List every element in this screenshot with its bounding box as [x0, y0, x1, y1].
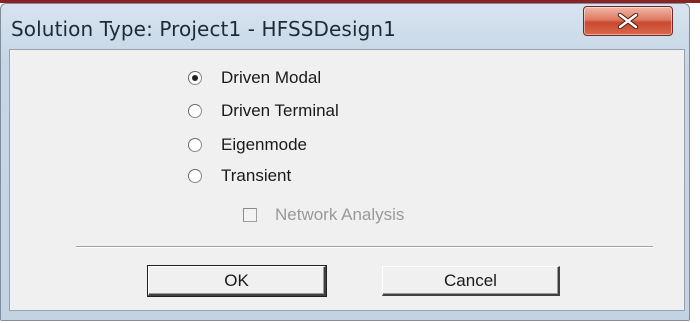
radio-eigenmode[interactable] [188, 138, 202, 152]
option-transient[interactable]: Transient [188, 164, 291, 188]
option-driven-terminal[interactable]: Driven Terminal [188, 99, 339, 123]
option-eigenmode[interactable]: Eigenmode [188, 133, 307, 157]
network-analysis-option: Network Analysis [243, 204, 404, 226]
radio-driven-modal[interactable] [188, 71, 202, 85]
option-label: Driven Terminal [221, 101, 339, 120]
network-analysis-label: Network Analysis [275, 205, 405, 224]
cancel-button[interactable]: Cancel [382, 266, 560, 296]
network-analysis-checkbox [243, 208, 257, 222]
option-label: Transient [221, 166, 292, 185]
radio-transient[interactable] [188, 169, 202, 183]
solution-type-dialog: Solution Type: Project1 - HFSSDesign1 Dr… [0, 3, 690, 321]
option-driven-modal[interactable]: Driven Modal [188, 66, 321, 90]
close-x-icon [617, 13, 639, 29]
close-button[interactable] [583, 6, 673, 36]
separator-line [76, 246, 653, 248]
ok-button[interactable]: OK [147, 265, 327, 297]
option-label: Eigenmode [221, 135, 308, 154]
dialog-client-area: Driven Modal Driven Terminal Eigenmode T… [9, 49, 685, 311]
radio-driven-terminal[interactable] [188, 104, 202, 118]
option-label: Driven Modal [221, 68, 322, 87]
dialog-title: Solution Type: Project1 - HFSSDesign1 [11, 17, 397, 41]
title-bar[interactable]: Solution Type: Project1 - HFSSDesign1 [1, 4, 689, 54]
